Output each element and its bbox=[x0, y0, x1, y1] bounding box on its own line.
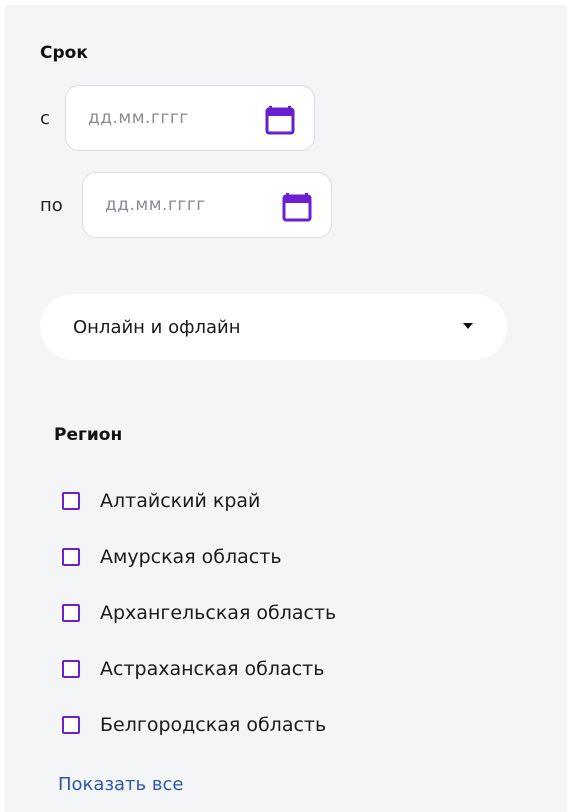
format-select-value: Онлайн и офлайн bbox=[73, 316, 241, 338]
region-label: Алтайский край bbox=[100, 490, 261, 512]
region-item-arkhangelsk[interactable]: Архангельская область bbox=[62, 585, 336, 641]
format-select[interactable]: Онлайн и офлайн bbox=[40, 294, 507, 360]
region-item-altai[interactable]: Алтайский край bbox=[62, 473, 336, 529]
region-label: Астраханская область bbox=[100, 658, 325, 680]
region-label: Архангельская область bbox=[100, 602, 337, 624]
date-to-input[interactable] bbox=[105, 195, 255, 215]
term-title: Срок bbox=[40, 43, 88, 63]
calendar-icon[interactable] bbox=[281, 191, 313, 223]
date-to-field[interactable] bbox=[82, 172, 332, 238]
date-to-prefix: по bbox=[40, 194, 63, 216]
region-item-belgorod[interactable]: Белгородская область bbox=[62, 697, 336, 753]
region-title: Регион bbox=[54, 425, 123, 445]
checkbox[interactable] bbox=[62, 660, 80, 678]
date-from-row: с bbox=[40, 85, 315, 151]
date-from-field[interactable] bbox=[65, 85, 315, 151]
region-label: Белгородская область bbox=[100, 714, 327, 736]
checkbox[interactable] bbox=[62, 548, 80, 566]
region-item-astrakhan[interactable]: Астраханская область bbox=[62, 641, 336, 697]
show-all-link[interactable]: Показать все bbox=[58, 774, 183, 795]
date-to-row: по bbox=[40, 172, 332, 238]
date-from-input[interactable] bbox=[88, 108, 238, 128]
date-from-prefix: с bbox=[40, 107, 50, 129]
region-item-amur[interactable]: Амурская область bbox=[62, 529, 336, 585]
caret-down-icon[interactable] bbox=[463, 323, 473, 329]
checkbox[interactable] bbox=[62, 604, 80, 622]
checkbox[interactable] bbox=[62, 492, 80, 510]
filter-panel: Срок с по Онлайн и офлайн bbox=[5, 5, 567, 812]
region-list: Алтайский край Амурская область Архангел… bbox=[62, 473, 336, 753]
checkbox[interactable] bbox=[62, 716, 80, 734]
calendar-icon[interactable] bbox=[264, 104, 296, 136]
region-label: Амурская область bbox=[100, 546, 282, 568]
